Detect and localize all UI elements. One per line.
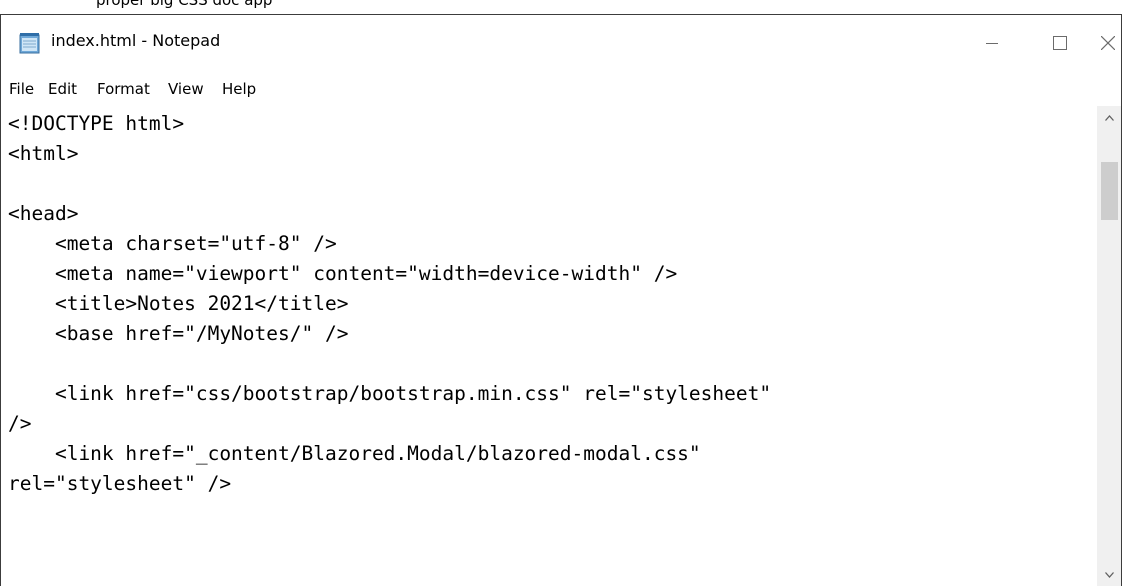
- text-line: <head>: [8, 202, 79, 225]
- scroll-down-button[interactable]: [1098, 563, 1121, 586]
- menu-edit[interactable]: Edit: [48, 80, 77, 98]
- caption-text: proper big CSS doc app: [96, 0, 273, 9]
- text-line: [8, 169, 1091, 199]
- menu-format[interactable]: Format: [97, 80, 150, 98]
- text-line: <link href="css/bootstrap/bootstrap.min.…: [8, 382, 772, 405]
- close-button[interactable]: [1094, 15, 1122, 71]
- close-icon: [1101, 36, 1115, 50]
- cropped-caption-text: proper big CSS doc app: [0, 0, 1124, 14]
- text-line: <base href="/MyNotes/" />: [8, 322, 349, 345]
- scroll-up-button[interactable]: [1098, 106, 1121, 129]
- text-line: <link href="_content/Blazored.Modal/blaz…: [8, 442, 701, 465]
- text-line: />: [8, 412, 32, 435]
- maximize-button[interactable]: [1026, 15, 1094, 71]
- text-line: <meta charset="utf-8" />: [8, 232, 337, 255]
- maximize-icon: [1053, 36, 1067, 50]
- menu-view[interactable]: View: [168, 80, 204, 98]
- minimize-button[interactable]: [958, 15, 1026, 71]
- scroll-up-arrow-icon: [1105, 114, 1114, 121]
- text-editor[interactable]: <!DOCTYPE html> <html> <head> <meta char…: [1, 106, 1121, 586]
- text-line: <!DOCTYPE html>: [8, 112, 185, 135]
- vertical-scrollbar[interactable]: [1097, 106, 1121, 586]
- text-line: <meta name="viewport" content="width=dev…: [8, 262, 678, 285]
- text-line: [8, 349, 1091, 379]
- scroll-down-arrow-icon: [1105, 571, 1114, 578]
- minimize-icon: [986, 43, 998, 44]
- window-title: index.html - Notepad: [51, 31, 221, 50]
- title-bar[interactable]: index.html - Notepad: [1, 15, 1121, 71]
- editor-text[interactable]: <!DOCTYPE html> <html> <head> <meta char…: [8, 109, 1091, 586]
- text-line: <html>: [8, 142, 79, 165]
- scrollbar-thumb[interactable]: [1101, 162, 1118, 220]
- menu-file[interactable]: File: [9, 80, 34, 98]
- text-line: rel="stylesheet" />: [8, 472, 232, 495]
- text-line: <title>Notes 2021</title>: [8, 292, 349, 315]
- notepad-window: index.html - Notepad File Edit Format Vi…: [0, 14, 1122, 586]
- menu-bar: File Edit Format View Help: [1, 71, 1121, 106]
- menu-help[interactable]: Help: [222, 80, 256, 98]
- notepad-icon: [19, 33, 40, 54]
